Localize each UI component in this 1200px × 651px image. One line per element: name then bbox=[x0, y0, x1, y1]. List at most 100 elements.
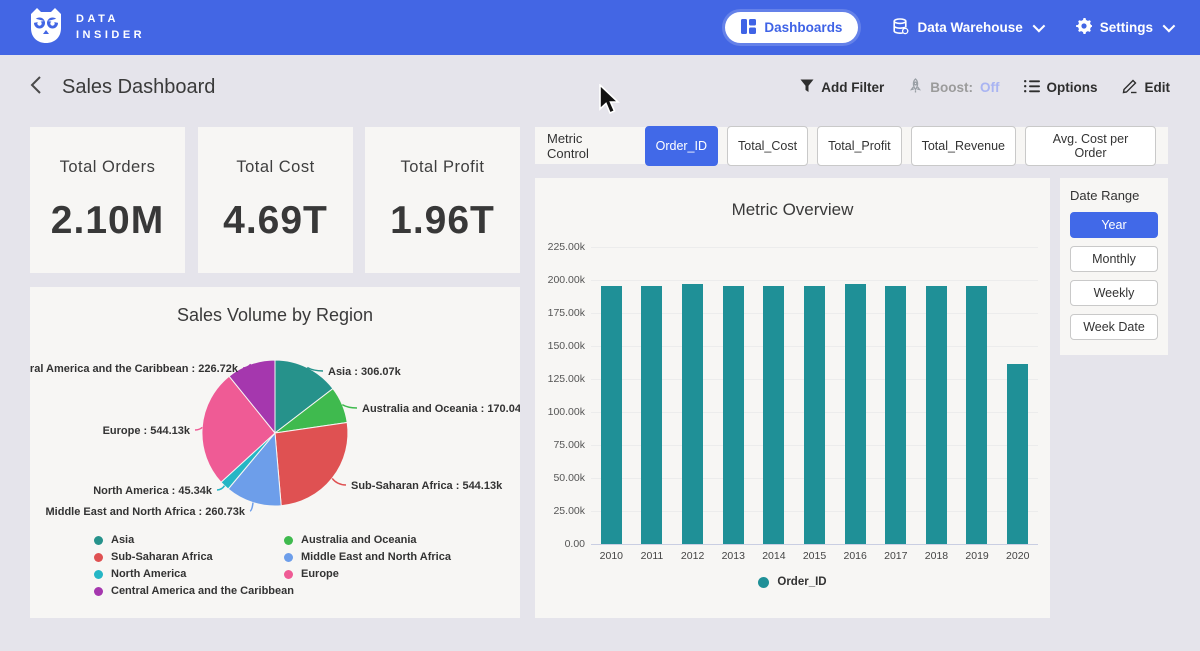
metric-control-bar: Metric Control Order_IDTotal_CostTotal_P… bbox=[535, 127, 1168, 164]
legend-dot bbox=[284, 553, 293, 562]
metric-control-buttons: Order_IDTotal_CostTotal_ProfitTotal_Reve… bbox=[645, 126, 1156, 166]
x-axis-tick: 2010 bbox=[591, 550, 632, 562]
rocket-icon bbox=[908, 78, 923, 97]
date-range-card: Date Range Year Monthly Weekly Week Date bbox=[1060, 178, 1168, 355]
kpi-card-total-profit: Total Profit 1.96T bbox=[365, 127, 520, 273]
legend-dot bbox=[94, 587, 103, 596]
y-axis-tick: 50.00k bbox=[535, 472, 585, 484]
legend-label: Asia bbox=[111, 534, 134, 546]
chevron-down-icon bbox=[1163, 20, 1176, 33]
legend-label: Middle East and North Africa bbox=[301, 551, 451, 563]
pie-leader-line bbox=[332, 478, 346, 485]
x-axis-tick: 2014 bbox=[754, 550, 795, 562]
pie-leader-line bbox=[342, 405, 357, 408]
boost-value: Off bbox=[980, 80, 1000, 95]
chevron-down-icon bbox=[1032, 20, 1045, 33]
metric-overview-card: Metric Overview 225.00k200.00k175.00k150… bbox=[535, 178, 1050, 618]
bar-2019[interactable] bbox=[966, 286, 987, 544]
owl-logo-icon bbox=[28, 6, 64, 49]
y-axis-tick: 200.00k bbox=[535, 274, 585, 286]
date-range-option-weekly[interactable]: Weekly bbox=[1070, 280, 1158, 306]
pie-label-sub-saharan-africa: Sub-Saharan Africa : 544.13k bbox=[351, 480, 503, 492]
data-warehouse-menu[interactable]: Data Warehouse bbox=[892, 18, 1041, 38]
pie-leader-line bbox=[195, 427, 202, 430]
edit-button[interactable]: Edit bbox=[1122, 78, 1171, 97]
settings-menu[interactable]: Settings bbox=[1076, 18, 1172, 37]
back-button[interactable] bbox=[30, 75, 42, 100]
pie-label-asia: Asia : 306.07k bbox=[328, 366, 402, 378]
pie-legend-item-europe[interactable]: Europe bbox=[284, 568, 451, 580]
kpi-value: 1.96T bbox=[390, 199, 495, 243]
metric-option-total-cost[interactable]: Total_Cost bbox=[727, 126, 808, 166]
bar-2018[interactable] bbox=[926, 286, 947, 544]
x-axis-tick: 2015 bbox=[794, 550, 835, 562]
bar-2010[interactable] bbox=[601, 286, 622, 544]
bar-2012[interactable] bbox=[682, 284, 703, 544]
date-range-buttons: Year Monthly Weekly Week Date bbox=[1070, 212, 1158, 340]
bar-2015[interactable] bbox=[804, 286, 825, 544]
pie-legend-item-sub-saharan-africa[interactable]: Sub-Saharan Africa bbox=[94, 551, 294, 563]
y-axis-tick: 0.00 bbox=[535, 538, 585, 550]
kpi-label: Total Cost bbox=[236, 158, 314, 177]
database-icon bbox=[892, 18, 909, 38]
bar-2011[interactable] bbox=[641, 286, 662, 544]
metric-option-avg-cost-per-order[interactable]: Avg. Cost per Order bbox=[1025, 126, 1156, 166]
page-title: Sales Dashboard bbox=[62, 76, 215, 99]
pie-legend-item-asia[interactable]: Asia bbox=[94, 534, 294, 546]
bar-2020[interactable] bbox=[1007, 364, 1028, 544]
metric-option-total-revenue[interactable]: Total_Revenue bbox=[911, 126, 1016, 166]
kpi-card-total-cost: Total Cost 4.69T bbox=[198, 127, 353, 273]
pie-leader-line bbox=[250, 503, 253, 511]
pie-leader-line bbox=[217, 486, 225, 490]
metric-option-order-id[interactable]: Order_ID bbox=[645, 126, 718, 166]
y-axis-tick: 175.00k bbox=[535, 307, 585, 319]
brand[interactable]: DATA INSIDER bbox=[28, 6, 145, 49]
options-label: Options bbox=[1047, 80, 1098, 95]
pie-legend-item-north-america[interactable]: North America bbox=[94, 568, 294, 580]
legend-dot bbox=[94, 536, 103, 545]
y-axis-tick: 125.00k bbox=[535, 373, 585, 385]
date-range-option-year[interactable]: Year bbox=[1070, 212, 1158, 238]
pie-legend-item-australia-and-oceania[interactable]: Australia and Oceania bbox=[284, 534, 451, 546]
bar-2016[interactable] bbox=[845, 284, 866, 544]
kpi-label: Total Profit bbox=[401, 158, 485, 177]
legend-label: North America bbox=[111, 568, 186, 580]
metric-option-total-profit[interactable]: Total_Profit bbox=[817, 126, 902, 166]
date-range-option-week-date[interactable]: Week Date bbox=[1070, 314, 1158, 340]
kpi-label: Total Orders bbox=[60, 158, 156, 177]
gridline bbox=[591, 544, 1038, 545]
pie-legend-column-1: Asia Sub-Saharan Africa North America Centr… bbox=[94, 534, 294, 597]
legend-dot bbox=[284, 536, 293, 545]
pie-legend-item-middle-east-and-north-africa[interactable]: Middle East and North Africa bbox=[284, 551, 451, 563]
boost-label: Boost: bbox=[930, 80, 973, 95]
y-axis-tick: 25.00k bbox=[535, 505, 585, 517]
pie-label-north-america: North America : 45.34k bbox=[93, 485, 213, 497]
boost-toggle[interactable]: Boost: Off bbox=[908, 78, 999, 97]
bar-2013[interactable] bbox=[723, 286, 744, 544]
x-axis-tick: 2012 bbox=[672, 550, 713, 562]
y-axis-tick: 225.00k bbox=[535, 241, 585, 253]
y-axis-tick: 100.00k bbox=[535, 406, 585, 418]
dashboards-button[interactable]: Dashboards bbox=[725, 12, 858, 43]
pie-label-europe: Europe : 544.13k bbox=[103, 425, 191, 437]
legend-label: Australia and Oceania bbox=[301, 534, 417, 546]
x-axis-tick: 2020 bbox=[997, 550, 1038, 562]
options-button[interactable]: Options bbox=[1024, 79, 1098, 96]
bar-chart-plot: 225.00k200.00k175.00k150.00k125.00k100.0… bbox=[591, 247, 1038, 544]
dashboard-grid-icon bbox=[741, 19, 756, 37]
legend-dot bbox=[94, 553, 103, 562]
bar-2014[interactable] bbox=[763, 286, 784, 544]
sales-volume-card: Sales Volume by Region Asia : 306.07kAus… bbox=[30, 287, 520, 618]
bar-chart-legend[interactable]: Order_ID bbox=[535, 576, 1050, 588]
dashboards-label: Dashboards bbox=[764, 20, 842, 35]
date-range-option-monthly[interactable]: Monthly bbox=[1070, 246, 1158, 272]
pie-legend-item-central-america-and-the-caribbean[interactable]: Central America and the Caribbean bbox=[94, 585, 294, 597]
pie-slice-sub-saharan-africa[interactable] bbox=[275, 423, 348, 506]
pie-chart: Asia : 306.07kAustralia and Oceania : 17… bbox=[30, 287, 520, 532]
bar-2017[interactable] bbox=[885, 286, 906, 544]
add-filter-button[interactable]: Add Filter bbox=[800, 79, 884, 96]
legend-label: Sub-Saharan Africa bbox=[111, 551, 213, 563]
date-range-label: Date Range bbox=[1070, 188, 1158, 203]
x-axis-tick: 2016 bbox=[835, 550, 876, 562]
chart-title: Metric Overview bbox=[535, 178, 1050, 220]
